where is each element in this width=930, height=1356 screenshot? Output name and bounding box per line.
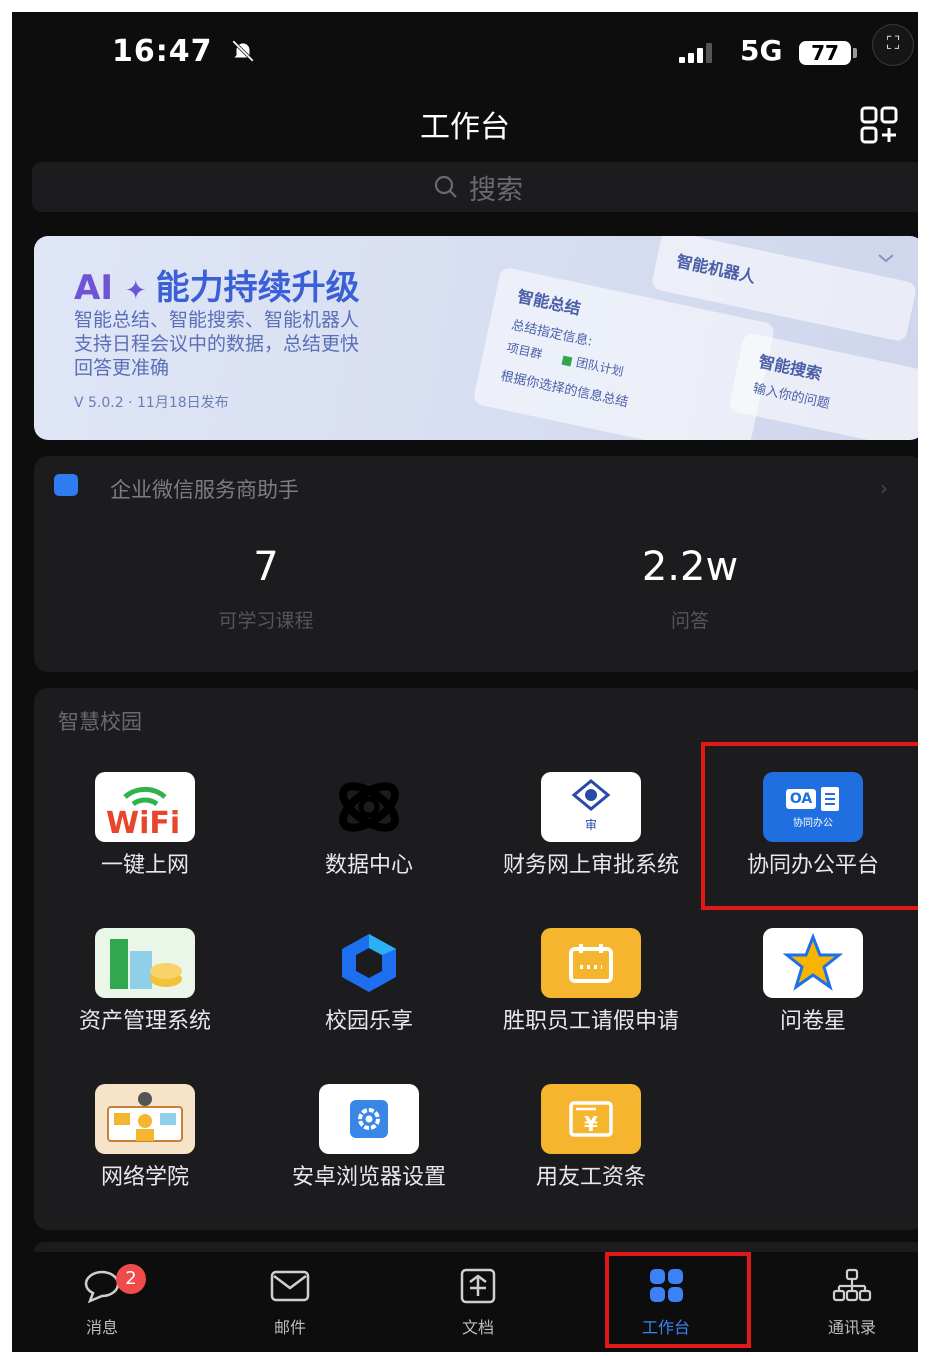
page-title: 工作台 — [420, 110, 510, 145]
tab-contacts[interactable]: 通讯录 — [802, 1268, 902, 1338]
svg-text:WiFi: WiFi — [106, 806, 180, 837]
tab-label: 文档 — [461, 1318, 494, 1337]
mail-icon — [270, 1270, 310, 1302]
app-leave-request[interactable]: 胜职员工请假申请 — [486, 928, 696, 1034]
assistant-chat-icon — [54, 474, 78, 496]
wifi-icon: WiFi — [95, 772, 195, 842]
app-label: 校园乐享 — [324, 1009, 413, 1034]
sparkle-icon: ✦ — [124, 276, 156, 306]
document-icon — [460, 1268, 496, 1304]
app-label: 一键上网 — [100, 853, 189, 878]
banner-line: 回答更准确 — [74, 357, 170, 379]
stat-qa-value[interactable]: 2.2w — [540, 544, 840, 590]
app-wenjuanxing[interactable]: 问卷星 — [708, 928, 918, 1034]
bottom-tab-bar: 消息 邮件 文档 工作台 通讯录 — [12, 1254, 918, 1352]
campus-share-icon — [319, 928, 419, 998]
android-browser-settings-icon — [319, 1084, 419, 1154]
highlight-box — [605, 1252, 751, 1348]
banner-line: 支持日程会议中的数据，总结更快 — [74, 333, 360, 355]
app-android-browser-settings[interactable]: 安卓浏览器设置 — [264, 1084, 474, 1190]
battery-level: 77 — [799, 41, 851, 65]
phone-screen: 16:47 5G 77 ⛶ 工作台 搜索 AI ✦ 能力持续升级 智能总结、智能… — [12, 12, 918, 1352]
screenshot-icon[interactable]: ⛶ — [872, 24, 914, 66]
app-online-academy[interactable]: 网络学院 — [40, 1084, 250, 1190]
app-label: 安卓浏览器设置 — [291, 1165, 446, 1190]
app-label: 胜职员工请假申请 — [502, 1009, 679, 1034]
app-label: 问卷星 — [779, 1009, 846, 1034]
data-center-icon — [319, 772, 419, 842]
tab-mail[interactable]: 邮件 — [240, 1268, 340, 1338]
finance-text: 审 — [585, 817, 597, 832]
section-title: 智慧校园 — [58, 710, 142, 734]
app-label: 数据中心 — [324, 853, 413, 878]
app-finance-approval[interactable]: 审 财务网上审批系统 — [486, 772, 696, 878]
app-data-center[interactable]: 数据中心 — [264, 772, 474, 878]
svg-text:¥: ¥ — [584, 1112, 598, 1136]
ai-upgrade-banner[interactable]: AI ✦ 能力持续升级 智能总结、智能搜索、智能机器人 支持日程会议中的数据，总… — [34, 236, 918, 440]
asset-management-icon — [95, 928, 195, 998]
banner-description: 智能总结、智能搜索、智能机器人 支持日程会议中的数据，总结更快 回答更准确 — [74, 308, 494, 380]
banner-card-search: 智能搜索 输入你的问题 — [728, 332, 918, 440]
app-label: 财务网上审批系统 — [502, 853, 679, 878]
leave-request-icon — [541, 928, 641, 998]
banner-line: 智能总结、智能搜索、智能机器人 — [74, 309, 360, 331]
online-academy-icon — [95, 1084, 195, 1154]
search-placeholder: 搜索 — [469, 174, 523, 206]
app-payslip[interactable]: ¥ 用友工资条 — [486, 1084, 696, 1190]
star-icon — [763, 928, 863, 998]
app-campus-share[interactable]: 校园乐享 — [264, 928, 474, 1034]
app-label: 网络学院 — [100, 1165, 189, 1190]
service-assistant-card[interactable]: 企业微信服务商助手 › 7 可学习课程 2.2w 问答 — [34, 456, 918, 672]
org-chart-icon — [832, 1268, 872, 1302]
signal-icon — [679, 43, 712, 63]
highlight-box — [701, 742, 918, 910]
finance-approval-icon: 审 — [541, 772, 641, 842]
app-label: 用友工资条 — [535, 1165, 646, 1190]
search-input[interactable]: 搜索 — [32, 162, 918, 212]
app-asset-management[interactable]: 资产管理系统 — [40, 928, 250, 1034]
tab-label: 通讯录 — [827, 1318, 876, 1337]
battery-tip — [853, 48, 857, 58]
bell-muted-icon — [232, 40, 254, 62]
banner-version: V 5.0.2 · 11月18日发布 — [74, 395, 229, 411]
status-time: 16:47 — [112, 34, 213, 69]
tab-label: 消息 — [85, 1318, 118, 1337]
app-grid-add-icon[interactable] — [858, 104, 900, 146]
tab-label: 邮件 — [273, 1318, 306, 1337]
app-label: 资产管理系统 — [78, 1009, 211, 1034]
search-icon — [434, 175, 457, 198]
assistant-title: 企业微信服务商助手 — [110, 478, 299, 502]
section-edge — [34, 1242, 918, 1252]
stat-courses-value[interactable]: 7 — [116, 544, 416, 590]
stat-qa-label: 问答 — [670, 610, 709, 632]
messages-unread-badge: 2 — [116, 1264, 146, 1294]
network-type: 5G — [740, 34, 783, 67]
banner-tag-icon: ■ — [560, 352, 575, 369]
status-bar: 16:47 5G 77 ⛶ — [12, 12, 918, 92]
stat-courses-label: 可学习课程 — [218, 610, 314, 632]
app-wifi[interactable]: WiFi 一键上网 — [40, 772, 250, 878]
tab-docs[interactable]: 文档 — [428, 1268, 528, 1338]
payslip-icon: ¥ — [541, 1084, 641, 1154]
banner-title-text: 能力持续升级 — [155, 268, 360, 308]
chevron-right-icon: › — [880, 476, 888, 500]
chevron-down-icon[interactable] — [876, 248, 896, 268]
banner-title: AI ✦ 能力持续升级 — [74, 260, 360, 309]
banner-ai-label: AI — [74, 268, 113, 308]
